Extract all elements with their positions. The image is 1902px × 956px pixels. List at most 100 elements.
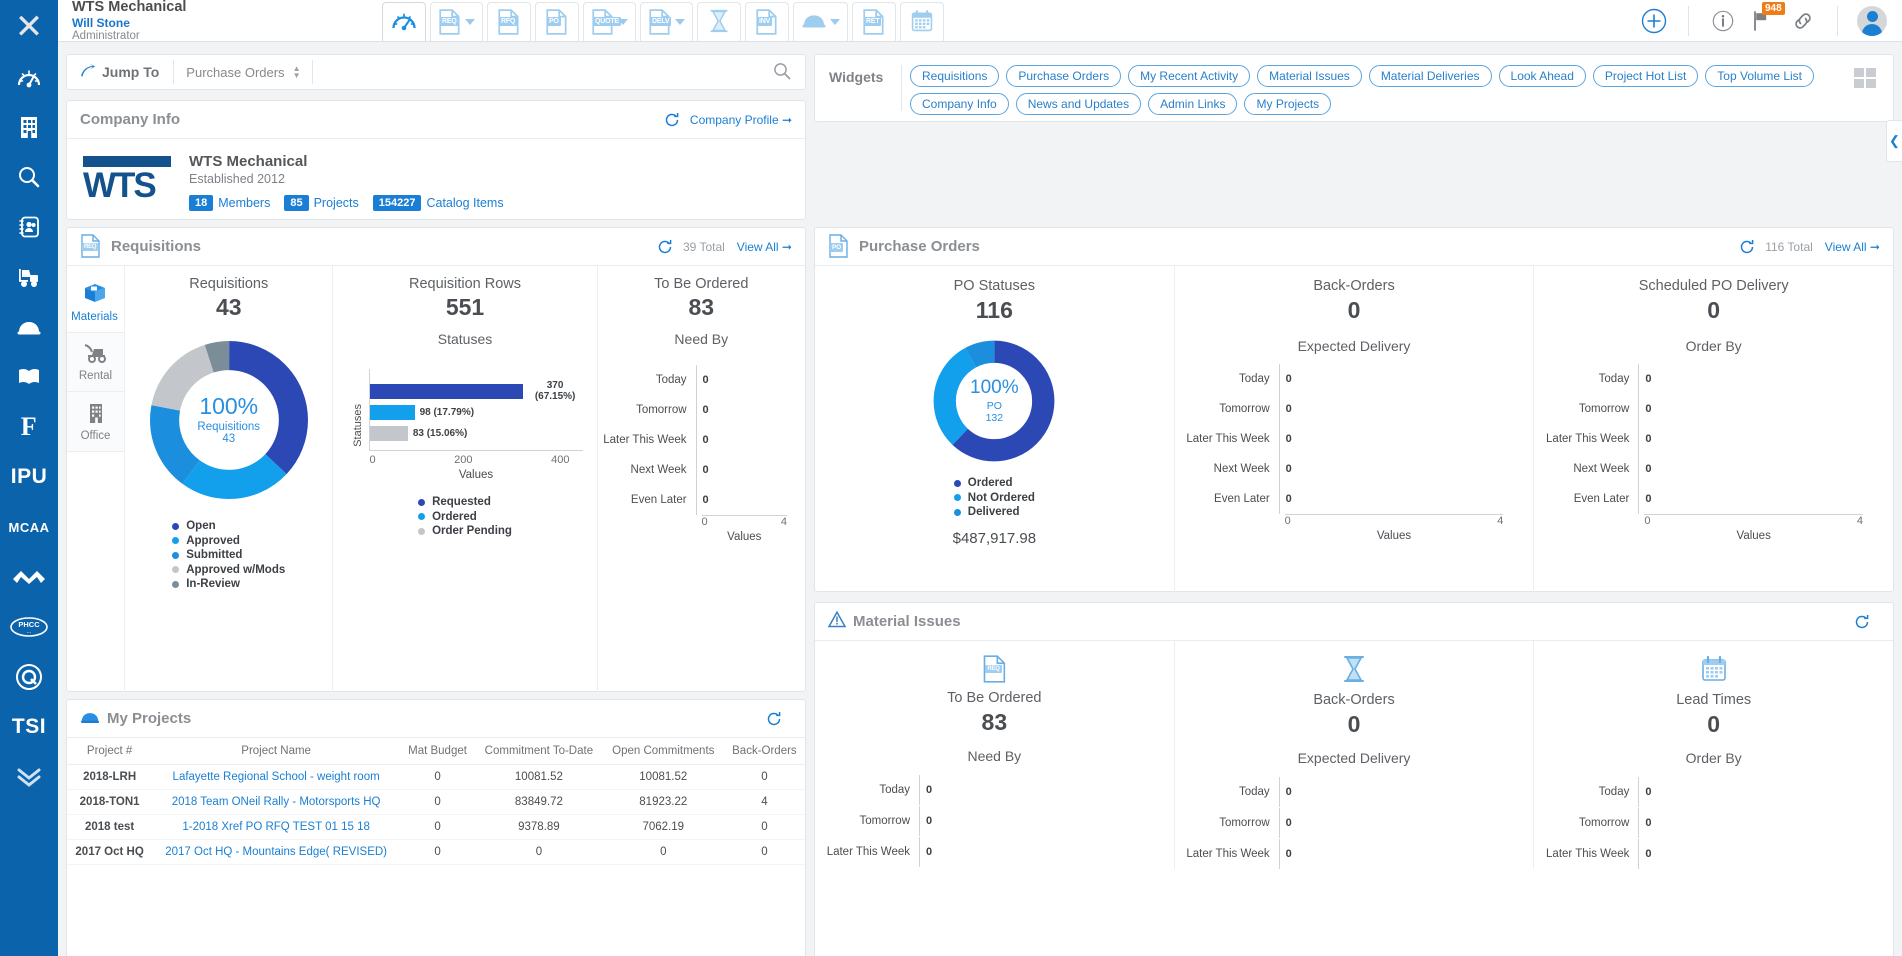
refresh-icon[interactable]	[657, 239, 673, 255]
widget-chip-company-info[interactable]: Company Info	[910, 93, 1009, 115]
refresh-icon[interactable]	[766, 711, 782, 727]
notifications-flag-button[interactable]: 948	[1743, 0, 1785, 42]
bar-row[interactable]: Later This Week 0	[1534, 838, 1893, 869]
refresh-icon[interactable]	[1739, 239, 1755, 255]
legend-item[interactable]: Delivered	[953, 505, 1035, 520]
purchase-orders-view-all[interactable]: View All ➞	[1825, 240, 1880, 254]
widget-chip-top-volume-list[interactable]: Top Volume List	[1705, 65, 1815, 87]
bar-row[interactable]: Later This Week 0	[598, 425, 805, 455]
mi-lead-times-chart[interactable]: Today 0 Tomorrow 0 Later This Week 0	[1534, 776, 1893, 869]
table-column-header[interactable]: Open Commitments	[602, 738, 724, 765]
bar-row[interactable]: Even Later 0	[1534, 484, 1893, 514]
table-column-header[interactable]: Back-Orders	[723, 738, 805, 765]
rail-item-safety[interactable]	[0, 302, 58, 352]
cell-project-name[interactable]: 2018 Team ONeil Rally - Motorsports HQ	[152, 789, 401, 815]
legend-item[interactable]: Not Ordered	[953, 491, 1035, 506]
widget-chip-requisitions[interactable]: Requisitions	[910, 65, 1000, 87]
module-tab-dashboard[interactable]	[382, 2, 426, 41]
legend-item[interactable]: Approved w/Mods	[172, 563, 285, 578]
bar-row[interactable]: Tomorrow 0	[1175, 807, 1534, 838]
table-column-header[interactable]: Project Name	[152, 738, 401, 765]
rail-item-more[interactable]	[0, 752, 58, 802]
bar-row[interactable]: Tomorrow 0	[1175, 394, 1534, 424]
brand-user[interactable]: Will Stone	[72, 16, 358, 30]
rail-item-mcaa[interactable]: MCAA	[0, 502, 58, 552]
search-icon[interactable]	[773, 62, 805, 83]
rail-item-logo-x[interactable]: ✕	[0, 2, 58, 52]
project-link[interactable]: Lafayette Regional School - weight room	[173, 771, 380, 783]
info-button[interactable]	[1703, 0, 1743, 42]
link-button[interactable]	[1783, 0, 1823, 42]
add-button[interactable]	[1634, 0, 1674, 42]
module-tab-returns[interactable]: RET	[852, 2, 896, 41]
bar-row[interactable]: Even Later 0	[1175, 484, 1534, 514]
po-backorders-chart[interactable]: Today 0 Tomorrow 0 Later This Week 0 Next Week…	[1175, 364, 1534, 514]
bar-row[interactable]: Next Week 0	[598, 455, 805, 485]
bar-row[interactable]: Even Later 0	[598, 485, 805, 515]
po-scheduled-chart[interactable]: Today 0 Tomorrow 0 Later This Week 0 Next Week…	[1534, 364, 1893, 514]
module-tab-quotes[interactable]: QUOTE	[583, 2, 636, 41]
widget-chip-purchase-orders[interactable]: Purchase Orders	[1006, 65, 1122, 87]
bar-row[interactable]: Later This Week 0	[1534, 424, 1893, 454]
bar-row[interactable]: Tomorrow 0	[815, 805, 1174, 836]
requisition-rows-chart[interactable]: Statuses 370 (67.15%) 98 (17.79%) 83 (15.0…	[333, 369, 596, 481]
requisitions-statuses-donut[interactable]: 100% Requisitions 43	[144, 335, 314, 505]
refresh-icon[interactable]	[664, 112, 680, 128]
stat-label[interactable]: Projects	[314, 196, 359, 210]
chevron-down-icon[interactable]	[830, 19, 840, 25]
chevron-down-icon[interactable]	[465, 19, 475, 25]
bar-row[interactable]: 98 (17.79%)	[370, 402, 582, 422]
refresh-icon[interactable]	[1854, 614, 1870, 630]
bar-row[interactable]: Today 0	[815, 774, 1174, 805]
table-row[interactable]: 2018-TON1 2018 Team ONeil Rally - Motorsp…	[67, 789, 805, 815]
widget-chip-my-recent-activity[interactable]: My Recent Activity	[1128, 65, 1251, 87]
table-column-header[interactable]: Mat Budget	[400, 738, 476, 765]
user-avatar-button[interactable]	[1852, 0, 1892, 42]
bar-row[interactable]: Next Week 0	[1175, 454, 1534, 484]
jump-to-search-input[interactable]	[313, 64, 773, 80]
company-stat-members[interactable]: 18 Members	[189, 195, 270, 211]
rail-item-mountain-partner[interactable]	[0, 552, 58, 602]
grid-view-icon[interactable]	[1851, 65, 1879, 91]
table-row[interactable]: 2017 Oct HQ 2017 Oct HQ - Mountains Edge(…	[67, 839, 805, 865]
legend-item[interactable]: In-Review	[172, 577, 285, 592]
bar-row[interactable]: Tomorrow 0	[1534, 807, 1893, 838]
jump-to-select[interactable]: Purchase Orders ▲ ▼	[174, 64, 312, 80]
bar-row[interactable]: Tomorrow 0	[1534, 394, 1893, 424]
widget-chip-news-and-updates[interactable]: News and Updates	[1015, 93, 1142, 115]
module-tab-rfq[interactable]: RFQ	[487, 2, 531, 41]
bar-row[interactable]: Today 0	[1534, 776, 1893, 807]
collapse-panel-icon[interactable]: ❮	[1886, 120, 1902, 162]
table-row[interactable]: 2018 test 1-2018 Xref PO RFQ TEST 01 15 1…	[67, 814, 805, 840]
widget-chip-project-hot-list[interactable]: Project Hot List	[1592, 65, 1699, 87]
chevron-down-icon[interactable]	[675, 19, 685, 25]
bar-row[interactable]: Today 0	[1175, 776, 1534, 807]
requisitions-view-all[interactable]: View All ➞	[737, 240, 792, 254]
stat-label[interactable]: Catalog Items	[426, 196, 503, 210]
bar-row[interactable]: Today 0	[598, 365, 805, 395]
cell-project-name[interactable]: 1-2018 Xref PO RFQ TEST 01 15 18	[152, 814, 401, 840]
mi-to-be-ordered-chart[interactable]: Today 0 Tomorrow 0 Later This Week 0	[815, 774, 1174, 867]
bar-row[interactable]: 83 (15.06%)	[370, 423, 582, 443]
project-link[interactable]: 2018 Team ONeil Rally - Motorsports HQ	[172, 796, 381, 808]
widget-chip-material-issues[interactable]: Material Issues	[1257, 65, 1362, 87]
rail-item-tsi[interactable]: TSI	[0, 702, 58, 752]
rail-item-search[interactable]	[0, 152, 58, 202]
legend-item[interactable]: Ordered	[418, 510, 512, 525]
legend-item[interactable]: Open	[172, 519, 285, 534]
project-link[interactable]: 1-2018 Xref PO RFQ TEST 01 15 18	[182, 821, 370, 833]
requisitions-tab-office[interactable]: Office	[67, 392, 124, 452]
jump-to-label-group[interactable]: Jump To	[67, 63, 173, 82]
cell-project-name[interactable]: 2017 Oct HQ - Mountains Edge( REVISED)	[152, 839, 401, 865]
table-column-header[interactable]: Project #	[67, 738, 153, 765]
company-profile-link[interactable]: Company Profile ➞	[690, 113, 792, 127]
rail-item-dashboard[interactable]	[0, 52, 58, 102]
module-tab-projects[interactable]	[793, 2, 848, 41]
bar-row[interactable]: Later This Week 0	[1175, 424, 1534, 454]
bar-row[interactable]: Later This Week 0	[815, 836, 1174, 867]
requisitions-tab-materials[interactable]: Materials	[67, 272, 124, 332]
rail-item-company[interactable]	[0, 102, 58, 152]
table-column-header[interactable]: Commitment To-Date	[475, 738, 603, 765]
module-tab-requisitions[interactable]: REQ	[430, 2, 483, 41]
company-stat-projects[interactable]: 85 Projects	[284, 195, 359, 211]
